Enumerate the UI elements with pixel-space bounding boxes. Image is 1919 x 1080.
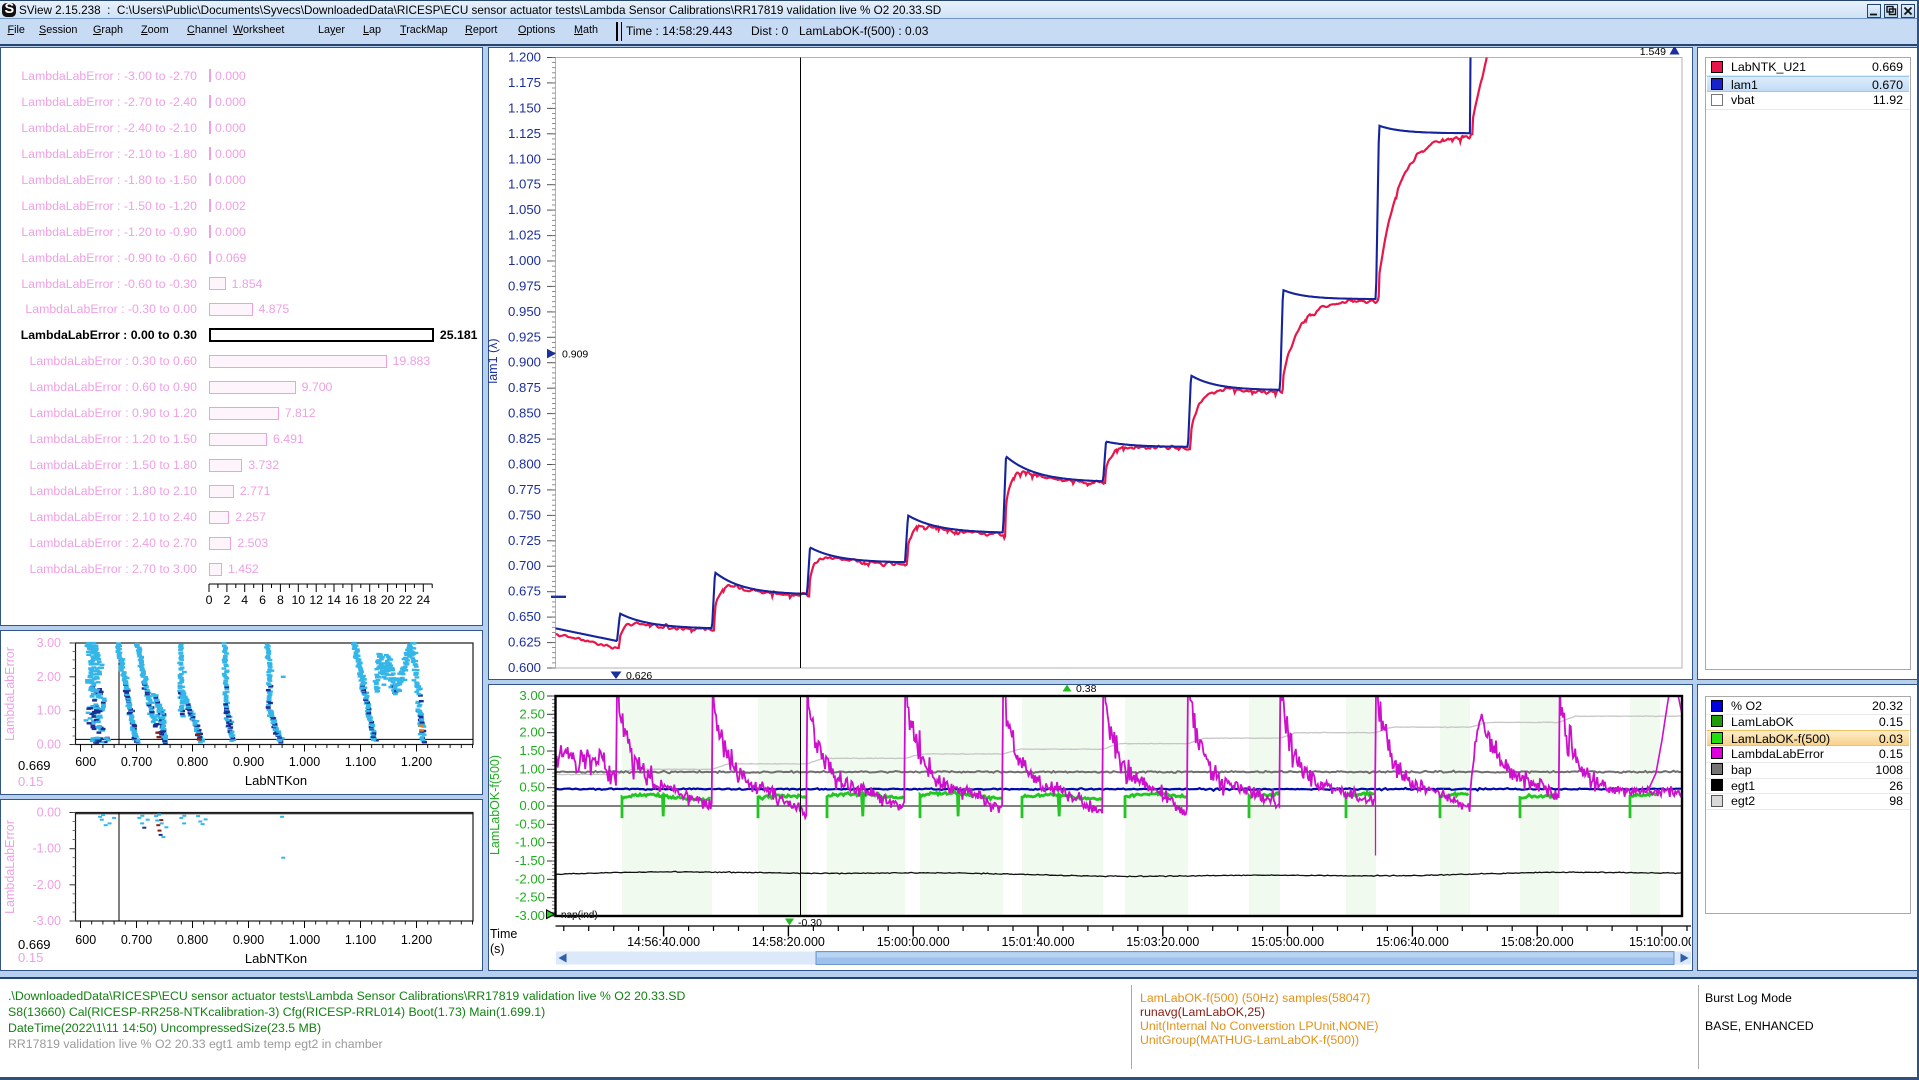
svg-text:-3.00: -3.00 xyxy=(33,914,62,928)
svg-text:2: 2 xyxy=(223,593,230,607)
svg-text:LambdaLabError: LambdaLabError xyxy=(3,820,17,914)
svg-text:-2.00: -2.00 xyxy=(515,871,545,886)
svg-text:1.150: 1.150 xyxy=(508,100,541,115)
svg-text:0.625: 0.625 xyxy=(508,635,541,650)
svg-text:0.909: 0.909 xyxy=(562,348,588,360)
svg-text:0.825: 0.825 xyxy=(508,431,541,446)
svg-text:16: 16 xyxy=(345,593,359,607)
svg-text:0.00: 0.00 xyxy=(37,738,61,752)
svg-text:1.200: 1.200 xyxy=(401,755,432,769)
svg-text:0.875: 0.875 xyxy=(508,380,541,395)
svg-text:24: 24 xyxy=(416,593,430,607)
svg-text:3.00: 3.00 xyxy=(519,688,545,703)
svg-text:LabNTKon: LabNTKon xyxy=(245,773,307,788)
svg-text:-1.00: -1.00 xyxy=(33,842,62,856)
svg-text:10: 10 xyxy=(291,593,305,607)
svg-text:15:08:20.000: 15:08:20.000 xyxy=(1501,935,1574,949)
svg-text:4: 4 xyxy=(241,593,248,607)
svg-text:15:05:00.000: 15:05:00.000 xyxy=(1251,935,1324,949)
svg-text:8: 8 xyxy=(277,593,284,607)
svg-text:2.50: 2.50 xyxy=(519,706,545,721)
svg-text:LamLabOK-f(500): LamLabOK-f(500) xyxy=(488,755,502,855)
svg-text:15:01:40.000: 15:01:40.000 xyxy=(1002,935,1075,949)
svg-text:0.700: 0.700 xyxy=(508,558,541,573)
svg-text:-0.30: -0.30 xyxy=(798,917,822,929)
svg-text:15:00:00.000: 15:00:00.000 xyxy=(877,935,950,949)
svg-text:0.00: 0.00 xyxy=(37,806,61,820)
svg-text:-1.00: -1.00 xyxy=(515,835,545,850)
svg-text:0.925: 0.925 xyxy=(508,329,541,344)
svg-text:0.600: 0.600 xyxy=(65,933,96,947)
svg-text:nap(ind): nap(ind) xyxy=(561,910,598,921)
svg-text:1.175: 1.175 xyxy=(508,75,541,90)
svg-text:-2.50: -2.50 xyxy=(515,890,545,905)
svg-text:0.50: 0.50 xyxy=(519,780,545,795)
svg-text:12: 12 xyxy=(309,593,323,607)
svg-text:0.975: 0.975 xyxy=(508,278,541,293)
svg-text:(s): (s) xyxy=(490,942,505,956)
svg-text:0.800: 0.800 xyxy=(177,933,208,947)
svg-text:0.626: 0.626 xyxy=(626,670,652,680)
svg-text:1.000: 1.000 xyxy=(508,253,541,268)
svg-text:-2.00: -2.00 xyxy=(33,878,62,892)
svg-text:0.800: 0.800 xyxy=(508,457,541,472)
svg-text:lam1 (λ): lam1 (λ) xyxy=(488,338,500,383)
svg-text:0.750: 0.750 xyxy=(508,507,541,522)
svg-text:18: 18 xyxy=(363,593,377,607)
svg-text:0.900: 0.900 xyxy=(508,355,541,370)
svg-text:20: 20 xyxy=(381,593,395,607)
svg-text:LabNTKon: LabNTKon xyxy=(245,951,307,966)
svg-text:0.675: 0.675 xyxy=(508,584,541,599)
svg-text:-0.50: -0.50 xyxy=(515,816,545,831)
svg-text:0.850: 0.850 xyxy=(508,406,541,421)
svg-text:0.700: 0.700 xyxy=(121,933,152,947)
svg-text:1.025: 1.025 xyxy=(508,228,541,243)
svg-text:1.050: 1.050 xyxy=(508,202,541,217)
svg-text:LambdaLabError: LambdaLabError xyxy=(3,647,17,741)
svg-text:14: 14 xyxy=(327,593,341,607)
svg-text:0.700: 0.700 xyxy=(121,755,152,769)
svg-text:0.725: 0.725 xyxy=(508,533,541,548)
svg-text:2.00: 2.00 xyxy=(519,725,545,740)
svg-text:15:06:40.000: 15:06:40.000 xyxy=(1376,935,1449,949)
svg-text:1.00: 1.00 xyxy=(519,761,545,776)
svg-text:15:03:20.000: 15:03:20.000 xyxy=(1126,935,1199,949)
svg-text:1.549: 1.549 xyxy=(1640,47,1666,58)
svg-text:14:56:40.000: 14:56:40.000 xyxy=(627,935,700,949)
svg-text:3.00: 3.00 xyxy=(37,636,61,650)
svg-text:0.800: 0.800 xyxy=(177,755,208,769)
svg-text:0.950: 0.950 xyxy=(508,304,541,319)
svg-text:1.100: 1.100 xyxy=(345,755,376,769)
svg-text:0.775: 0.775 xyxy=(508,482,541,497)
svg-text:0.650: 0.650 xyxy=(508,609,541,624)
svg-text:1.075: 1.075 xyxy=(508,177,541,192)
svg-text:1.200: 1.200 xyxy=(401,933,432,947)
svg-text:0.00: 0.00 xyxy=(519,798,545,813)
svg-text:1.000: 1.000 xyxy=(289,755,320,769)
svg-text:0.900: 0.900 xyxy=(233,933,264,947)
svg-text:1.100: 1.100 xyxy=(345,933,376,947)
svg-text:1.000: 1.000 xyxy=(289,933,320,947)
svg-text:1.125: 1.125 xyxy=(508,126,541,141)
svg-text:-3.00: -3.00 xyxy=(515,908,545,923)
svg-text:1.200: 1.200 xyxy=(508,50,541,65)
svg-text:0.38: 0.38 xyxy=(1076,684,1097,695)
svg-text:0.15: 0.15 xyxy=(18,774,43,789)
svg-text:1.100: 1.100 xyxy=(508,151,541,166)
svg-text:-1.50: -1.50 xyxy=(515,853,545,868)
svg-text:22: 22 xyxy=(399,593,413,607)
svg-text:1.50: 1.50 xyxy=(519,743,545,758)
svg-text:0.15: 0.15 xyxy=(18,950,43,965)
svg-text:14:58:20.000: 14:58:20.000 xyxy=(752,935,825,949)
svg-text:0.600: 0.600 xyxy=(508,660,541,675)
svg-text:1.00: 1.00 xyxy=(37,704,61,718)
svg-text:0.669: 0.669 xyxy=(18,758,51,773)
svg-text:0.900: 0.900 xyxy=(233,755,264,769)
svg-text:2.00: 2.00 xyxy=(37,670,61,684)
svg-text:Time: Time xyxy=(490,927,517,941)
svg-text:6: 6 xyxy=(259,593,266,607)
svg-text:15:10:00.00: 15:10:00.00 xyxy=(1629,935,1693,949)
svg-text:0.600: 0.600 xyxy=(65,755,96,769)
svg-text:0: 0 xyxy=(206,593,213,607)
